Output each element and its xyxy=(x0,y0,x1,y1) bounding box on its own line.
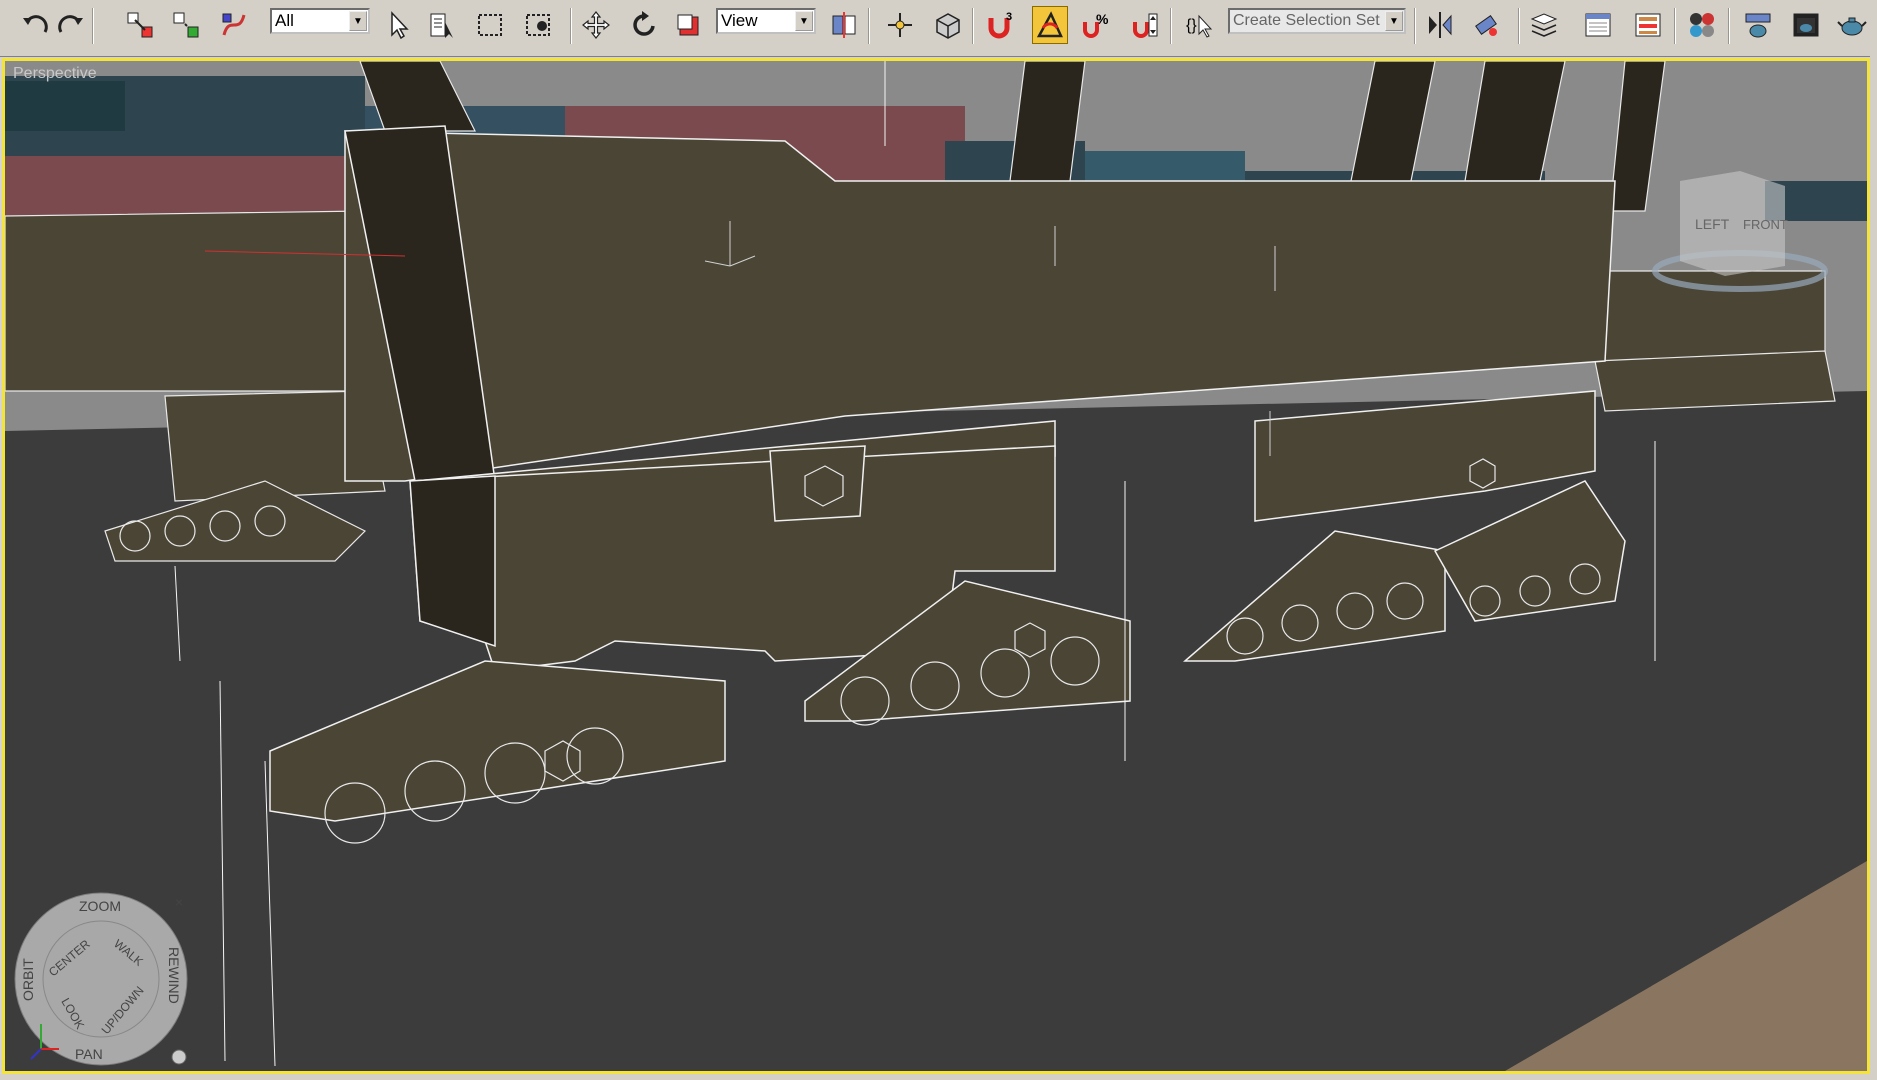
toolbar-separator xyxy=(1414,8,1416,44)
mirror-button[interactable] xyxy=(1422,6,1458,44)
wheel-orbit[interactable]: ORBIT xyxy=(20,958,36,1001)
undo-icon xyxy=(23,15,48,33)
keyboard-icon xyxy=(936,13,960,39)
viewcube-left-face[interactable]: LEFT xyxy=(1695,216,1730,232)
selection-filter-value: All xyxy=(275,11,294,30)
chevron-down-icon: ▼ xyxy=(1385,11,1403,31)
select-by-name-icon xyxy=(430,13,453,38)
angle-snap-icon xyxy=(1036,11,1063,38)
teapot-render-icon xyxy=(1837,17,1867,36)
teapot-setup-icon xyxy=(1745,13,1771,38)
close-icon[interactable]: × xyxy=(175,894,183,910)
link-icon xyxy=(127,12,153,38)
rotate-icon xyxy=(633,11,655,36)
keyboard-shortcut-override-button[interactable] xyxy=(930,6,966,44)
viewcube-front-face[interactable]: FRONT xyxy=(1743,217,1788,232)
select-by-name-button[interactable] xyxy=(424,6,460,44)
toolbar-separator xyxy=(92,8,94,44)
select-and-link-button[interactable] xyxy=(122,6,158,44)
magnet-snap-icon: 3 xyxy=(988,11,1012,39)
toolbar-separator xyxy=(868,8,870,44)
material-spheres-icon xyxy=(1690,13,1714,37)
svg-text:%: % xyxy=(1096,11,1109,27)
chevron-down-icon: ▼ xyxy=(795,11,813,31)
toolbar-separator xyxy=(1518,8,1520,44)
selection-set-placeholder: Create Selection Set xyxy=(1233,12,1380,29)
reference-coordinate-dropdown[interactable]: View ▼ xyxy=(716,8,816,34)
cursor-arrow-icon xyxy=(391,11,409,40)
reference-coordinate-value: View xyxy=(721,11,758,30)
angle-snap-toggle-button[interactable] xyxy=(1032,6,1068,44)
viewport-right-border xyxy=(1870,56,1877,1074)
curve-editor-icon xyxy=(1585,13,1611,37)
rendered-frame-window-button[interactable] xyxy=(1788,6,1824,44)
selection-filter-dropdown[interactable]: All ▼ xyxy=(270,8,370,34)
edit-named-selection-button[interactable]: {} xyxy=(1182,6,1218,44)
wheel-pan[interactable]: PAN xyxy=(75,1046,103,1062)
window-crossing-icon xyxy=(526,14,550,36)
steering-wheel-inner xyxy=(42,920,160,1038)
wheel-rewind[interactable]: REWIND xyxy=(166,947,182,1004)
toolbar-separator xyxy=(972,8,974,44)
viewport-bottom-border xyxy=(0,1074,1877,1080)
toolbar-separator xyxy=(1170,8,1172,44)
viewport-scene xyxy=(5,61,1867,1071)
select-and-scale-button[interactable] xyxy=(672,6,708,44)
unlink-selection-button[interactable] xyxy=(168,6,204,44)
snap-value: 3 xyxy=(1006,11,1012,23)
schematic-icon xyxy=(1635,13,1661,37)
snaps-toggle-button[interactable]: 3 xyxy=(982,6,1018,44)
redo-icon xyxy=(58,15,83,33)
toolbar-separator xyxy=(1728,8,1730,44)
perspective-viewport[interactable]: Perspective LEFT FRONT ZOOM PAN ORBIT RE… xyxy=(2,58,1870,1074)
curve-editor-button[interactable] xyxy=(1580,6,1616,44)
align-icon xyxy=(1475,15,1497,36)
chevron-down-icon: ▼ xyxy=(349,11,367,31)
toolbar-separator xyxy=(570,8,572,44)
redo-button[interactable] xyxy=(52,6,88,44)
viewport-label[interactable]: Perspective xyxy=(13,65,97,83)
layers-icon xyxy=(1530,13,1558,37)
rect-selection-icon xyxy=(478,14,502,36)
steering-wheel[interactable]: ZOOM PAN ORBIT REWIND CENTER WALK LOOK U… xyxy=(11,889,191,1069)
wheel-zoom[interactable]: ZOOM xyxy=(79,898,121,914)
rectangular-selection-button[interactable] xyxy=(472,6,508,44)
move-icon xyxy=(582,11,610,39)
align-button[interactable] xyxy=(1468,6,1504,44)
unlink-icon xyxy=(173,12,199,38)
select-and-rotate-button[interactable] xyxy=(626,6,662,44)
toolbar-separator xyxy=(1674,8,1676,44)
undo-button[interactable] xyxy=(18,6,54,44)
select-and-manipulate-button[interactable] xyxy=(882,6,918,44)
pivot-icon xyxy=(832,12,856,38)
named-selection-icon: {} xyxy=(1186,14,1213,38)
percent-snap-icon: % xyxy=(1083,11,1109,38)
use-pivot-center-button[interactable] xyxy=(826,6,862,44)
window-crossing-button[interactable] xyxy=(520,6,556,44)
main-toolbar: All ▼ View ▼ 3 % {} Create Selection Set… xyxy=(0,0,1877,57)
svg-text:{}: {} xyxy=(1186,17,1197,34)
chevron-down-icon[interactable] xyxy=(171,1049,187,1065)
schematic-view-button[interactable] xyxy=(1630,6,1666,44)
percent-snap-toggle-button[interactable]: % xyxy=(1078,6,1114,44)
create-selection-set-dropdown[interactable]: Create Selection Set ▼ xyxy=(1228,8,1406,34)
render-production-button[interactable] xyxy=(1834,6,1870,44)
render-setup-button[interactable] xyxy=(1740,6,1776,44)
select-and-move-button[interactable] xyxy=(578,6,614,44)
scale-icon xyxy=(677,14,699,36)
spacewarp-icon xyxy=(222,13,246,36)
bind-to-space-warp-button[interactable] xyxy=(216,6,252,44)
frame-window-icon xyxy=(1793,13,1819,37)
viewcube[interactable]: LEFT FRONT xyxy=(1645,161,1835,321)
spinner-snap-icon xyxy=(1133,13,1158,38)
spinner-snap-toggle-button[interactable] xyxy=(1128,6,1164,44)
layer-manager-button[interactable] xyxy=(1526,6,1562,44)
material-editor-button[interactable] xyxy=(1684,6,1720,44)
mirror-icon xyxy=(1429,12,1452,38)
manipulate-icon xyxy=(888,13,912,37)
select-object-button[interactable] xyxy=(380,6,416,44)
